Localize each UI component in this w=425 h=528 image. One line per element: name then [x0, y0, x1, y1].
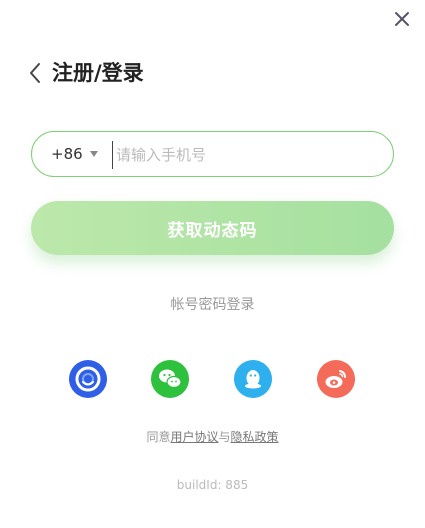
- user-agreement-link[interactable]: 用户协议: [170, 430, 218, 444]
- phone-input-box: +86: [31, 131, 394, 177]
- qq-icon[interactable]: [234, 360, 272, 398]
- circle-logo-icon[interactable]: [69, 360, 107, 398]
- agreement-and: 与: [218, 430, 231, 444]
- country-code-select[interactable]: +86: [51, 132, 98, 176]
- privacy-policy-link[interactable]: 隐私政策: [231, 430, 279, 444]
- get-code-button[interactable]: 获取动态码: [31, 201, 394, 255]
- build-id: buildId: 885: [176, 478, 249, 492]
- wechat-icon[interactable]: [151, 360, 189, 398]
- password-login-link[interactable]: 帐号密码登录: [0, 294, 425, 314]
- agreement-prefix: 同意: [146, 430, 171, 444]
- close-icon[interactable]: [392, 9, 412, 29]
- back-chevron-icon[interactable]: [28, 62, 42, 84]
- phone-input[interactable]: [112, 141, 378, 169]
- caret-down-icon: [89, 150, 98, 157]
- weibo-icon[interactable]: [317, 360, 355, 398]
- country-code-value: +86: [51, 145, 83, 163]
- agreement-text: 同意用户协议与隐私政策: [0, 428, 425, 445]
- page-title: 注册/登录: [52, 61, 144, 85]
